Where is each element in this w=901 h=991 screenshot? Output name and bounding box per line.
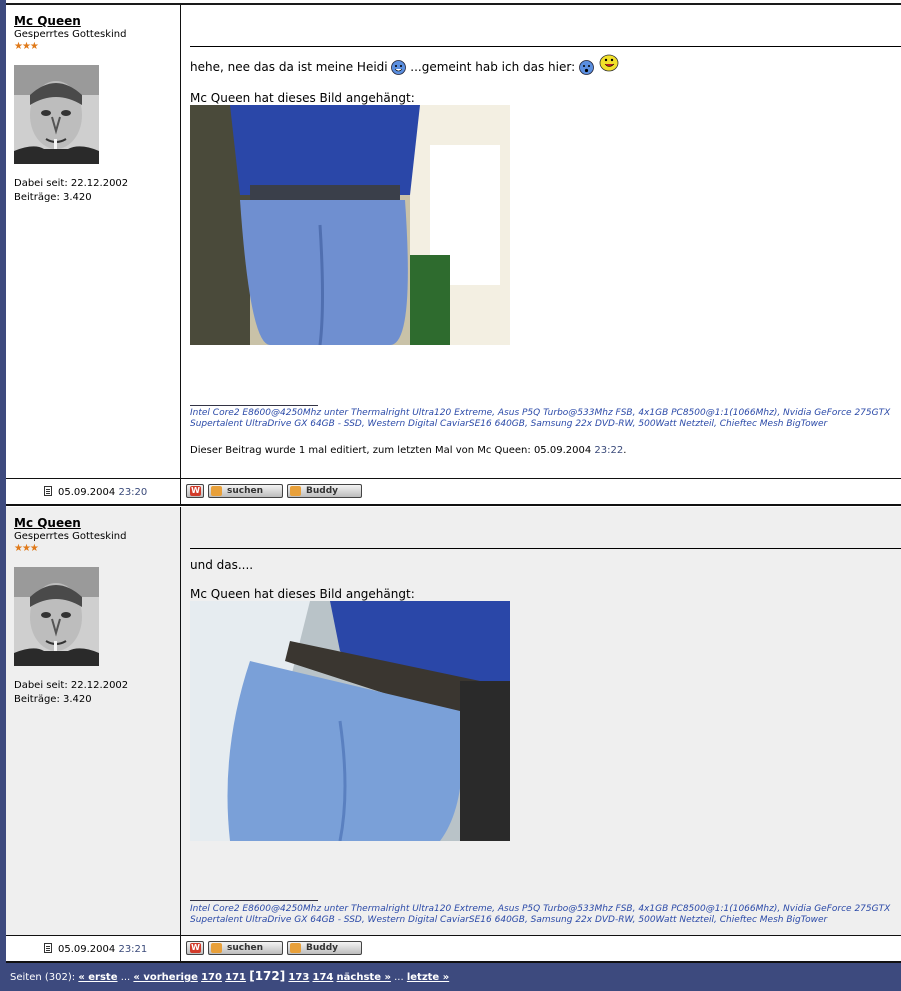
www-icon: W <box>190 486 201 496</box>
user-rank-title: Gesperrtes Gotteskind <box>14 29 127 40</box>
www-icon: W <box>190 943 201 953</box>
post-date-cell: 05.09.2004 23:20 <box>6 479 181 504</box>
rank-stars-icon: ★★★ <box>14 543 39 554</box>
attached-image[interactable] <box>190 105 510 345</box>
page-link-173[interactable]: 173 <box>288 972 309 983</box>
message-text: ...gemeint hab ich das hier: <box>410 60 576 74</box>
page-link-170[interactable]: 170 <box>201 972 222 983</box>
post-author-panel: Mc Queen Gesperrtes Gotteskind ★★★ Dabei… <box>6 507 181 935</box>
post-count: Beiträge: 3.420 <box>14 694 92 705</box>
post-content: und das.... Mc Queen hat dieses Bild ang… <box>182 507 901 935</box>
homepage-button[interactable]: W <box>186 484 204 498</box>
post-footer: 05.09.2004 23:20 W suchen Buddy <box>6 478 901 506</box>
search-posts-button[interactable]: suchen <box>208 484 283 498</box>
signature-line: Intel Core2 E8600@4250Mhz unter Thermalr… <box>190 904 891 914</box>
next-page-link[interactable]: nächste » <box>337 972 391 983</box>
join-date: Dabei seit: 22.12.2002 <box>14 680 129 691</box>
join-date: Dabei seit: 22.12.2002 <box>14 178 129 189</box>
avatar <box>14 567 99 666</box>
post-count: Beiträge: 3.420 <box>14 192 92 203</box>
attachment-label: Mc Queen hat dieses Bild angehängt: <box>190 91 415 105</box>
title-divider <box>190 548 901 549</box>
post-document-icon <box>44 486 52 496</box>
last-page-link[interactable]: letzte » <box>407 972 449 983</box>
search-posts-button[interactable]: suchen <box>208 941 283 955</box>
post-time: 23:21 <box>118 944 148 955</box>
current-page: [172] <box>249 969 286 983</box>
button-label: Buddy <box>306 943 339 953</box>
ellipsis: ... <box>394 972 404 983</box>
search-icon <box>211 943 222 953</box>
pages-count: Seiten (302): <box>10 972 76 983</box>
post-author-panel: Mc Queen Gesperrtes Gotteskind ★★★ Dabei… <box>6 5 181 478</box>
button-label: suchen <box>227 486 264 496</box>
attached-image[interactable] <box>190 601 510 841</box>
edit-notice-time: 23:22 <box>594 445 624 456</box>
smiley-yellow-laugh-icon <box>599 54 619 71</box>
rank-stars-icon: ★★★ <box>14 41 39 52</box>
page-link-171[interactable]: 171 <box>225 972 246 983</box>
post-time: 23:20 <box>118 487 148 498</box>
buddy-icon <box>290 943 301 953</box>
smiley-grin-icon <box>391 60 407 75</box>
post-date: 05.09.2004 <box>58 487 116 498</box>
post-message: hehe, nee das da ist meine Heidi ...geme… <box>190 54 620 75</box>
ellipsis: ... <box>120 972 131 983</box>
button-label: Buddy <box>306 486 339 496</box>
button-label: suchen <box>227 943 264 953</box>
post-document-icon <box>44 943 52 953</box>
username-link[interactable]: Mc Queen <box>14 14 81 28</box>
add-buddy-button[interactable]: Buddy <box>287 484 362 498</box>
forum-thread-page: Mc Queen Gesperrtes Gotteskind ★★★ Dabei… <box>0 0 901 991</box>
post-date-cell: 05.09.2004 23:21 <box>6 936 181 961</box>
edit-notice-text: Dieser Beitrag wurde 1 mal editiert, zum… <box>190 445 592 456</box>
buddy-icon <box>290 486 301 496</box>
add-buddy-button[interactable]: Buddy <box>287 941 362 955</box>
post-content: hehe, nee das da ist meine Heidi ...geme… <box>182 5 901 478</box>
post: Mc Queen Gesperrtes Gotteskind ★★★ Dabei… <box>6 507 901 935</box>
signature-line: Intel Core2 E8600@4250Mhz unter Thermalr… <box>190 408 891 418</box>
homepage-button[interactable]: W <box>186 941 204 955</box>
user-rank-title: Gesperrtes Gotteskind <box>14 531 127 542</box>
signature-divider <box>190 900 318 901</box>
smiley-shocked-icon <box>579 60 594 75</box>
post: Mc Queen Gesperrtes Gotteskind ★★★ Dabei… <box>6 5 901 478</box>
attachment-label: Mc Queen hat dieses Bild angehängt: <box>190 587 415 601</box>
username-link[interactable]: Mc Queen <box>14 516 81 530</box>
edit-notice: Dieser Beitrag wurde 1 mal editiert, zum… <box>190 445 627 456</box>
pagination-bar: Seiten (302): « erste ... « vorherige 17… <box>6 963 901 991</box>
signature: Intel Core2 E8600@4250Mhz unter Thermalr… <box>190 408 901 430</box>
first-page-link[interactable]: « erste <box>78 972 117 983</box>
search-icon <box>211 486 222 496</box>
message-text: hehe, nee das da ist meine Heidi <box>190 60 388 74</box>
post-date: 05.09.2004 <box>58 944 116 955</box>
signature-divider <box>190 405 318 406</box>
signature-line: Supertalent UltraDrive GX 64GB - SSD, We… <box>190 419 828 429</box>
post-footer: 05.09.2004 23:21 W suchen Buddy <box>6 935 901 963</box>
post-message: und das.... <box>190 558 254 572</box>
signature: Intel Core2 E8600@4250Mhz unter Thermalr… <box>190 904 901 926</box>
avatar <box>14 65 99 164</box>
title-divider <box>190 46 901 47</box>
signature-line: Supertalent UltraDrive GX 64GB - SSD, We… <box>190 915 828 925</box>
page-link-174[interactable]: 174 <box>312 972 333 983</box>
prev-page-link[interactable]: « vorherige <box>133 972 197 983</box>
